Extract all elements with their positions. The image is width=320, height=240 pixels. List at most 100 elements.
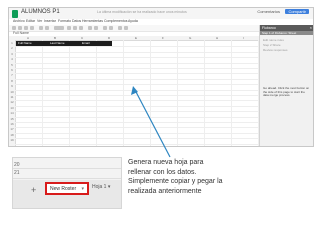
row-number[interactable]: 15 [9, 117, 15, 121]
menu-ayuda[interactable]: Ayuda [128, 19, 138, 23]
row-gridline [15, 116, 259, 118]
close-icon[interactable]: × [310, 25, 312, 30]
row-gridline [15, 143, 259, 145]
row-number[interactable]: 14 [9, 111, 15, 115]
addon-sidebar: Flubaroo × Step 1 of Flubaroo: Sheet Edi… [259, 25, 313, 146]
document-title[interactable]: ALUMNOS P1 [21, 9, 60, 15]
row-number[interactable]: 1 [9, 41, 15, 45]
currency-icon[interactable] [39, 26, 43, 30]
row-number[interactable]: 2 [9, 46, 15, 50]
font-select[interactable] [54, 26, 64, 30]
row-gridline [15, 46, 259, 48]
column-gridline [69, 40, 70, 146]
menu-editar[interactable]: Editar [26, 19, 35, 23]
row-gridline [15, 78, 259, 80]
row-number[interactable]: 8 [9, 79, 15, 83]
row-number[interactable]: 18 [9, 133, 15, 137]
sidebar-option-1[interactable]: Edit name rules [263, 38, 284, 42]
menu-archivo[interactable]: Archivo [13, 19, 25, 23]
row-gridline [15, 122, 259, 123]
row-number[interactable]: 9 [9, 84, 15, 88]
wrap-icon[interactable] [109, 26, 113, 30]
italic-icon[interactable] [73, 26, 77, 30]
sidebar-option-2[interactable]: Step 2 Share [263, 43, 281, 47]
filter-icon[interactable] [118, 26, 122, 30]
header-cell-full-name[interactable]: Full Name [18, 41, 32, 45]
row-number[interactable]: 13 [9, 106, 15, 110]
column-letter[interactable]: C [81, 36, 83, 40]
row-number[interactable]: 7 [9, 73, 15, 77]
row-gridline [15, 73, 259, 75]
share-button[interactable]: Compartir [285, 9, 309, 14]
row-gridline [15, 62, 259, 64]
menu-insertar[interactable]: Insertar [44, 19, 56, 23]
menu-formato[interactable]: Formato [58, 19, 71, 23]
menu-herramientas[interactable]: Herramientas [82, 19, 103, 23]
caption-line-4: realizada anteriormente [128, 187, 202, 195]
print-icon[interactable] [12, 26, 16, 30]
paint-format-icon[interactable] [30, 26, 34, 30]
row-number[interactable]: 17 [9, 127, 15, 131]
column-gridline [96, 40, 97, 146]
caption-line-3: Simplemente copiar y pegar la [128, 178, 223, 185]
column-letter[interactable]: B [54, 36, 56, 40]
column-letter[interactable]: A [27, 36, 29, 40]
row-gridline [15, 57, 259, 59]
row-gridline [15, 138, 259, 140]
chevron-down-icon[interactable]: ▾ [81, 186, 84, 192]
last-edit-notice[interactable]: La última modificación se ha realizado h… [97, 10, 187, 14]
header-cell-email[interactable]: Email [82, 41, 90, 45]
column-gridline [42, 40, 43, 146]
row-gridline [15, 89, 259, 91]
row-gridline [15, 132, 259, 134]
fill-color-icon[interactable] [88, 26, 92, 30]
row-number[interactable]: 3 [9, 52, 15, 56]
sheet-grid[interactable]: ABCDEFGHI 1 2 3 4 5 6 7 8 9 10 11 12 13 14 15 16 17 18 19 … [9, 36, 259, 146]
column-letter[interactable]: H [216, 36, 218, 40]
bold-icon[interactable] [67, 26, 71, 30]
column-letter[interactable]: F [162, 36, 164, 40]
row-gridline [15, 95, 259, 96]
row-gridline [15, 68, 259, 69]
row-divider [13, 178, 121, 179]
undo-icon[interactable] [18, 26, 22, 30]
column-gridline [177, 40, 178, 146]
zoomed-tab-bar-screenshot: 20 21 + New Roster ▾ Hoja 1 ▾ [12, 157, 122, 209]
column-letter[interactable]: I [243, 36, 244, 40]
redo-icon[interactable] [24, 26, 28, 30]
borders-icon[interactable] [94, 26, 98, 30]
row-number[interactable]: 19 [9, 138, 15, 142]
row-number[interactable]: 11 [9, 95, 15, 99]
row-number[interactable]: 6 [9, 68, 15, 72]
menu-ver[interactable]: Ver [37, 19, 42, 23]
text-color-icon[interactable] [79, 26, 83, 30]
column-gridline [231, 40, 232, 146]
row-gridline [15, 100, 259, 102]
row-number[interactable]: 16 [9, 122, 15, 126]
menu-datos[interactable]: Datos [72, 19, 81, 23]
align-icon[interactable] [103, 26, 107, 30]
column-letter[interactable]: D [108, 36, 110, 40]
row-number[interactable]: 10 [9, 90, 15, 94]
column-gridline [204, 40, 205, 146]
add-sheet-icon[interactable]: + [31, 185, 36, 195]
spreadsheet-screenshot: ALUMNOS P1 La última modificación se ha … [8, 7, 314, 147]
function-icon[interactable] [124, 26, 128, 30]
column-gridline [150, 40, 151, 146]
comments-button[interactable]: Comentarios [257, 9, 280, 14]
column-letter[interactable]: G [189, 36, 191, 40]
row-number[interactable]: 5 [9, 63, 15, 67]
percent-icon[interactable] [45, 26, 49, 30]
header-cell-last-name[interactable]: Last Name [50, 41, 65, 45]
row-number[interactable]: 12 [9, 100, 15, 104]
row-gridline [15, 111, 259, 113]
row-gridline [15, 127, 259, 129]
row-divider [13, 168, 121, 169]
row-number[interactable]: 4 [9, 57, 15, 61]
tab-new-roster-label: New Roster [50, 186, 77, 192]
column-letter[interactable]: E [135, 36, 137, 40]
sidebar-option-3[interactable]: Review responses [263, 48, 288, 52]
menu-complementos[interactable]: Complementos [104, 19, 128, 23]
tab-hoja-1[interactable]: Hoja 1 ▾ [92, 184, 110, 190]
tab-new-roster[interactable]: New Roster ▾ [45, 182, 89, 195]
